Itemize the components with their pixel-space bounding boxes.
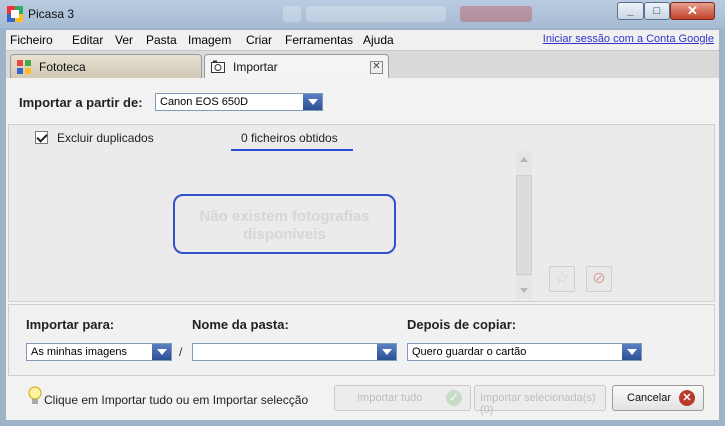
tab-fototeca[interactable]: Fototeca bbox=[10, 54, 202, 79]
exclude-duplicates-label: Excluir duplicados bbox=[57, 131, 154, 145]
hint-text: Clique em Importar tudo ou em Importar s… bbox=[44, 393, 309, 407]
exclude-duplicates-checkbox[interactable] bbox=[35, 131, 48, 144]
after-copy-label: Depois de copiar: bbox=[407, 317, 517, 332]
menu-ferramentas[interactable]: Ferramentas bbox=[285, 33, 353, 47]
destination-area: Importar para: As minhas imagens / Nome … bbox=[8, 304, 715, 376]
close-icon: ✕ bbox=[687, 3, 698, 18]
menu-imagem[interactable]: Imagem bbox=[188, 33, 231, 47]
empty-message: Não existem fotografias disponíveis bbox=[199, 208, 370, 243]
import-selected-label: Importar selecionada(s) (0) bbox=[480, 392, 596, 416]
import-to-label: Importar para: bbox=[26, 317, 115, 332]
after-copy-value: Quero guardar o cartão bbox=[412, 346, 527, 358]
star-icon: ☆ bbox=[554, 270, 570, 287]
import-from-label: Importar a partir de: bbox=[19, 95, 143, 110]
menu-ajuda[interactable]: Ajuda bbox=[363, 33, 394, 47]
folder-name-field[interactable] bbox=[192, 343, 397, 361]
background-window-ghost bbox=[306, 6, 446, 22]
close-tab-icon[interactable]: ✕ bbox=[370, 61, 383, 74]
window-title: Picasa 3 bbox=[28, 7, 75, 21]
scroll-up-icon[interactable] bbox=[520, 157, 528, 162]
cancel-label: Cancelar bbox=[627, 392, 672, 404]
preview-area: Excluir duplicados 0 ficheiros obtidos N… bbox=[8, 124, 715, 302]
chevron-down-icon bbox=[622, 344, 641, 360]
camera-import-icon bbox=[211, 60, 225, 73]
cancel-icon: ✕ bbox=[679, 390, 695, 406]
import-panel: Importar a partir de: Canon EOS 650D Exc… bbox=[6, 78, 719, 420]
import-to-select[interactable]: As minhas imagens bbox=[26, 343, 172, 361]
picasa-window: Picasa 3 _ □ ✕ Ficheiro Editar Ver Pasta… bbox=[0, 0, 725, 426]
signin-link[interactable]: Iniciar sessão com a Conta Google bbox=[543, 33, 714, 45]
scroll-down-icon[interactable] bbox=[520, 288, 528, 293]
background-window-ghost bbox=[460, 6, 532, 22]
minimize-button[interactable]: _ bbox=[617, 2, 644, 20]
count-underline bbox=[231, 149, 353, 151]
exclude-photo-button[interactable]: ⊘ bbox=[586, 266, 612, 292]
maximize-button[interactable]: □ bbox=[644, 2, 670, 20]
preview-scrollbar[interactable] bbox=[516, 151, 532, 299]
title-bar: Picasa 3 _ □ ✕ bbox=[0, 0, 725, 28]
star-button[interactable]: ☆ bbox=[549, 266, 575, 292]
folder-name-label: Nome da pasta: bbox=[192, 317, 289, 332]
tab-fototeca-label: Fototeca bbox=[39, 60, 86, 74]
close-window-button[interactable]: ✕ bbox=[670, 2, 715, 20]
menu-criar[interactable]: Criar bbox=[246, 33, 272, 47]
background-window-ghost bbox=[283, 6, 301, 22]
menu-pasta[interactable]: Pasta bbox=[146, 33, 177, 47]
check-icon: ✓ bbox=[446, 390, 462, 406]
scroll-thumb[interactable] bbox=[516, 175, 532, 275]
import-all-label: Importar tudo bbox=[357, 392, 423, 404]
empty-message-box: Não existem fotografias disponíveis bbox=[173, 194, 396, 254]
minimize-icon: _ bbox=[627, 5, 634, 17]
import-to-value: As minhas imagens bbox=[31, 346, 127, 358]
files-count: 0 ficheiros obtidos bbox=[241, 131, 338, 145]
after-copy-select[interactable]: Quero guardar o cartão bbox=[407, 343, 642, 361]
import-source-select[interactable]: Canon EOS 650D bbox=[155, 93, 323, 111]
path-separator: / bbox=[179, 345, 183, 359]
chevron-down-icon bbox=[152, 344, 171, 360]
chevron-down-icon bbox=[303, 94, 322, 110]
lightbulb-icon bbox=[28, 386, 42, 404]
menu-ficheiro[interactable]: Ficheiro bbox=[10, 33, 53, 47]
picasa-logo-icon bbox=[7, 6, 23, 22]
chevron-down-icon[interactable] bbox=[377, 344, 396, 360]
exclude-icon: ⊘ bbox=[592, 270, 606, 287]
tab-importar-label: Importar bbox=[233, 60, 278, 74]
maximize-icon: □ bbox=[653, 5, 661, 17]
menu-ver[interactable]: Ver bbox=[115, 33, 133, 47]
tab-strip: Fototeca Importar ✕ bbox=[6, 51, 719, 79]
import-selected-button[interactable]: Importar selecionada(s) (0) bbox=[474, 385, 606, 416]
tab-importar[interactable]: Importar ✕ bbox=[204, 54, 389, 79]
import-all-button[interactable]: Importar tudo ✓ bbox=[334, 385, 471, 411]
library-icon bbox=[17, 60, 31, 74]
menu-editar[interactable]: Editar bbox=[72, 33, 103, 47]
cancel-button[interactable]: Cancelar ✕ bbox=[612, 385, 704, 411]
import-source-value: Canon EOS 650D bbox=[160, 96, 249, 108]
menu-bar: Ficheiro Editar Ver Pasta Imagem Criar F… bbox=[6, 30, 719, 51]
